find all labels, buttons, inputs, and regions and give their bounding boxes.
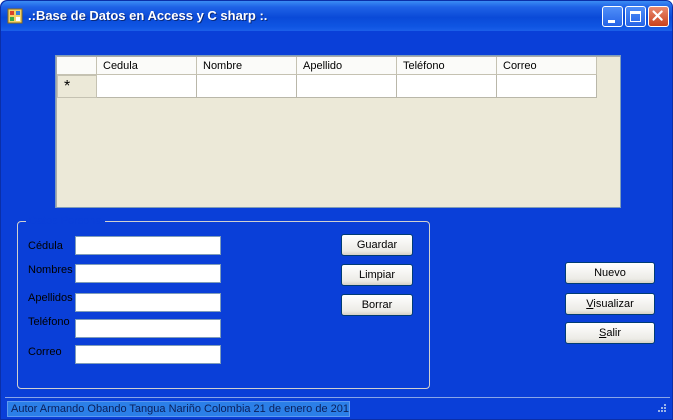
title-bar[interactable]: .:Base de Datos en Access y C sharp :.: [1, 1, 672, 31]
grid-header: Cedula Nombre Apellido Teléfono Correo: [57, 57, 597, 75]
column-header-nombre[interactable]: Nombre: [197, 57, 297, 75]
visualizar-button[interactable]: Visualizar: [565, 293, 655, 315]
salir-label: alir: [606, 327, 621, 339]
cedula-field[interactable]: [75, 236, 221, 255]
column-header-apellido[interactable]: Apellido: [297, 57, 397, 75]
cell-cedula[interactable]: [97, 75, 197, 98]
guardar-button[interactable]: Guardar: [341, 234, 413, 256]
cell-apellido[interactable]: [297, 75, 397, 98]
main-window: .:Base de Datos en Access y C sharp :. C…: [0, 0, 673, 420]
resize-grip-icon[interactable]: [655, 403, 667, 415]
minimize-icon: [608, 20, 615, 23]
data-grid[interactable]: Cedula Nombre Apellido Teléfono Correo *: [55, 55, 621, 208]
visualizar-label: isualizar: [593, 298, 634, 310]
label-apellidos: Apellidos: [28, 292, 73, 304]
close-icon: [652, 10, 663, 21]
cell-correo[interactable]: [497, 75, 597, 98]
nombres-field[interactable]: [75, 264, 221, 283]
label-correo: Correo: [28, 346, 62, 358]
apellidos-field[interactable]: [75, 293, 221, 312]
status-author-text: Autor Armando Obando Tangua Nariño Colom…: [7, 401, 350, 417]
borrar-button[interactable]: Borrar: [341, 294, 413, 316]
column-header-cedula[interactable]: Cedula: [97, 57, 197, 75]
new-row-marker-icon: *: [64, 78, 71, 95]
column-header-telefono[interactable]: Teléfono: [397, 57, 497, 75]
close-button[interactable]: [648, 6, 669, 27]
window-title: .:Base de Datos en Access y C sharp :.: [28, 8, 268, 23]
cell-telefono[interactable]: [397, 75, 497, 98]
new-row-header[interactable]: *: [57, 75, 97, 98]
column-header-correo[interactable]: Correo: [497, 57, 597, 75]
maximize-icon: [630, 11, 641, 22]
status-bar: Autor Armando Obando Tangua Nariño Colom…: [5, 397, 670, 417]
cell-nombre[interactable]: [197, 75, 297, 98]
client-area: Cedula Nombre Apellido Teléfono Correo *…: [5, 31, 670, 417]
app-form-icon: [7, 8, 23, 24]
telefono-field[interactable]: [75, 319, 221, 338]
maximize-button[interactable]: [625, 6, 646, 27]
label-cedula: Cédula: [28, 240, 63, 252]
minimize-button[interactable]: [602, 6, 623, 27]
salir-button[interactable]: Salir: [565, 322, 655, 344]
grid-corner-header[interactable]: [57, 57, 97, 75]
new-row[interactable]: *: [57, 75, 597, 98]
correo-field[interactable]: [75, 345, 221, 364]
limpiar-button[interactable]: Limpiar: [341, 264, 413, 286]
label-telefono: Teléfono: [28, 316, 70, 328]
nuevo-button[interactable]: Nuevo: [565, 262, 655, 284]
label-nombres: Nombres: [28, 264, 73, 276]
groupbox-title: Datos Persona: [26, 215, 105, 227]
person-data-groupbox: Datos Persona Cédula Nombres Apellidos T…: [17, 215, 430, 389]
